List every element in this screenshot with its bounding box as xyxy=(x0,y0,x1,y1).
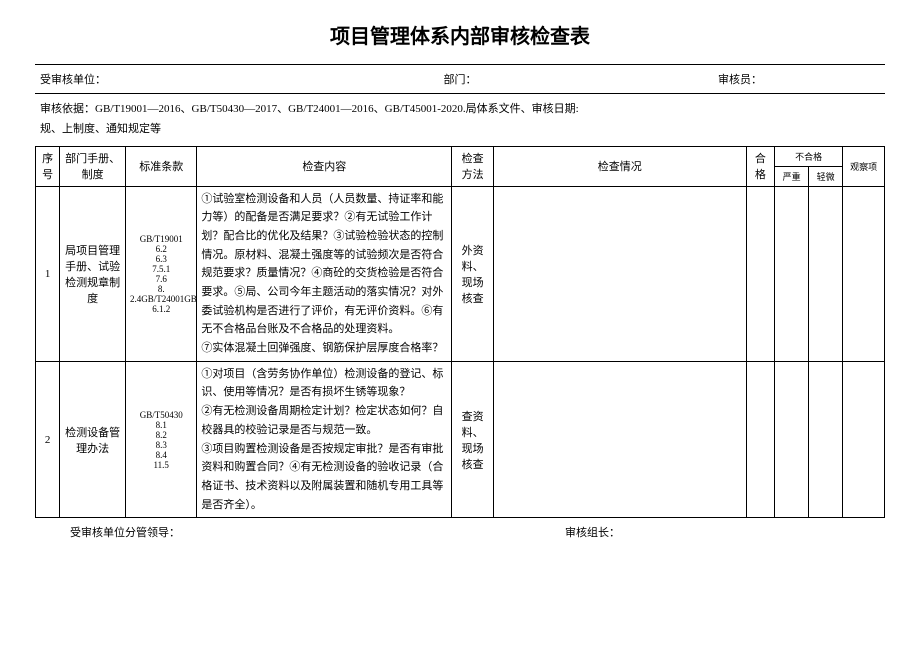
cell-fail-severe xyxy=(775,186,809,361)
th-pass: 合格 xyxy=(746,147,775,187)
cell-seq: 2 xyxy=(36,361,60,518)
cell-obs xyxy=(843,186,885,361)
cell-manual: 局项目管理手册、试验检测规章制度 xyxy=(60,186,126,361)
auditor-label: 审核员： xyxy=(600,71,880,87)
footer-leader-label: 受审核单位分管领导： xyxy=(40,524,385,540)
th-method: 检查方法 xyxy=(452,147,494,187)
th-std: 标准条款 xyxy=(126,147,197,187)
table-row: 2 检测设备管理办法 GB/T50430 8.1 8.2 8.3 8.4 11.… xyxy=(36,361,885,518)
th-fail: 不合格 xyxy=(775,147,843,167)
th-obs: 观察项 xyxy=(843,147,885,187)
cell-pass xyxy=(746,361,775,518)
cell-content: ①对项目（含劳务协作单位）检测设备的登记、标识、使用等情况？是否有损坏生锈等现象… xyxy=(197,361,452,518)
cell-fail-minor xyxy=(809,186,843,361)
cell-seq: 1 xyxy=(36,186,60,361)
cell-obs xyxy=(843,361,885,518)
cell-method: 外资料、现场核查 xyxy=(452,186,494,361)
cell-situation xyxy=(493,361,746,518)
cell-fail-severe xyxy=(775,361,809,518)
document-title: 项目管理体系内部审核检查表 xyxy=(35,20,885,49)
cell-manual: 检测设备管理办法 xyxy=(60,361,126,518)
th-content: 检查内容 xyxy=(197,147,452,187)
th-situation: 检查情况 xyxy=(493,147,746,187)
basis-line1: 审核依据：GB/T19001—2016、GB/T50430—2017、GB/T2… xyxy=(40,100,880,120)
cell-situation xyxy=(493,186,746,361)
header-row: 受审核单位： 部门： 审核员： xyxy=(35,64,885,94)
footer-row: 受审核单位分管领导： 审核组长： xyxy=(35,518,885,546)
table-row: 1 局项目管理手册、试验检测规章制度 GB/T19001 6.2 6.3 7.5… xyxy=(36,186,885,361)
audit-basis: 审核依据：GB/T19001—2016、GB/T50430—2017、GB/T2… xyxy=(35,94,885,147)
th-fail-minor: 轻微 xyxy=(809,166,843,186)
cell-content: ①试验室检测设备和人员（人员数量、持证率和能力等）的配备是否满足要求？②有无试验… xyxy=(197,186,452,361)
cell-std: GB/T19001 6.2 6.3 7.5.1 7.6 8. 2.4GB/T24… xyxy=(126,186,197,361)
cell-method: 查资料、现场核查 xyxy=(452,361,494,518)
dept-label: 部门： xyxy=(320,71,600,87)
footer-team-leader-label: 审核组长： xyxy=(565,524,880,540)
basis-line2: 规、上制度、通知规定等 xyxy=(40,120,880,140)
th-seq: 序号 xyxy=(36,147,60,187)
th-fail-severe: 严重 xyxy=(775,166,809,186)
cell-std: GB/T50430 8.1 8.2 8.3 8.4 11.5 xyxy=(126,361,197,518)
unit-label: 受审核单位： xyxy=(40,71,320,87)
cell-pass xyxy=(746,186,775,361)
th-manual: 部门手册、制度 xyxy=(60,147,126,187)
cell-fail-minor xyxy=(809,361,843,518)
checklist-table: 序号 部门手册、制度 标准条款 检查内容 检查方法 检查情况 合格 不合格 观察… xyxy=(35,147,885,519)
